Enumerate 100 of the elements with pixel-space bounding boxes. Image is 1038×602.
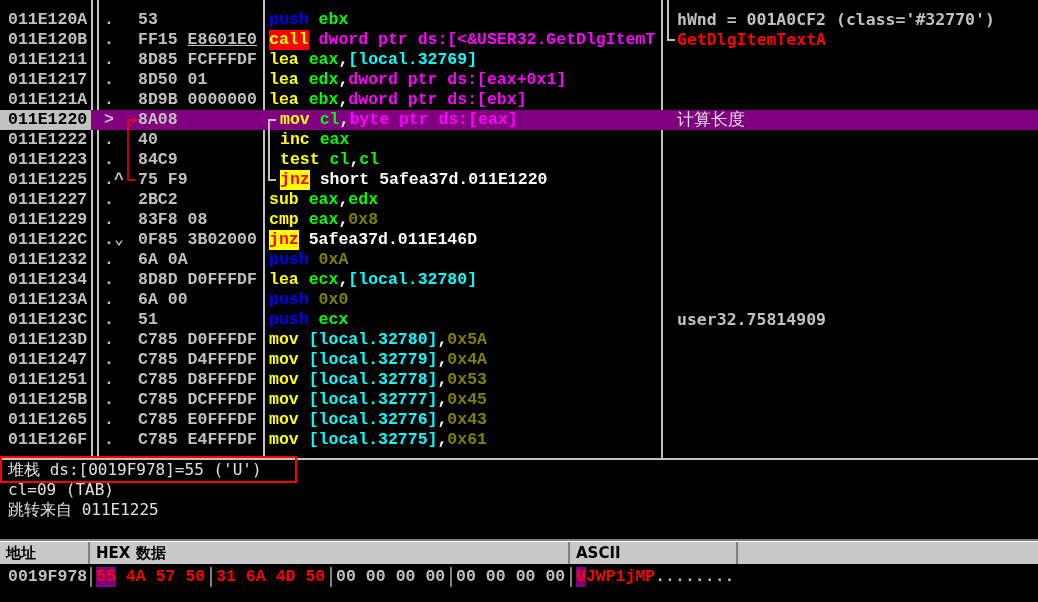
- mnemonic: lea: [269, 270, 299, 290]
- address-text[interactable]: 011E123D: [0, 330, 91, 350]
- address-text[interactable]: 011E120A: [0, 10, 91, 30]
- mnemonic: push: [269, 250, 309, 270]
- address-text[interactable]: 011E120B: [0, 30, 91, 50]
- operand: [local.32779]: [308, 350, 438, 370]
- operand: 0x45: [447, 390, 487, 410]
- operand: 0x5A: [447, 330, 487, 350]
- hex-bytes: E8601E0: [187, 30, 257, 50]
- operand: ecx: [318, 310, 349, 330]
- hex-bytes: 6A: [138, 250, 158, 270]
- hex-bytes: 51: [138, 310, 158, 330]
- mnemonic: test: [280, 150, 320, 170]
- address-text[interactable]: 011E122C: [0, 230, 91, 250]
- operand: ,: [338, 90, 349, 110]
- mnemonic: push: [269, 310, 309, 330]
- hex-bytes: C785: [138, 370, 178, 390]
- hex-byte: 4A: [125, 567, 146, 587]
- address-text[interactable]: 011E1232: [0, 250, 91, 270]
- mnemonic: lea: [269, 70, 299, 90]
- operand: 0x43: [447, 410, 487, 430]
- operand: dword ptr ds:[eax+0x1]: [348, 70, 567, 90]
- hex-bytes: C785: [138, 330, 178, 350]
- operand: ,: [437, 410, 448, 430]
- hex-bytes: FF15: [138, 30, 178, 50]
- address-text[interactable]: 011E1234: [0, 270, 91, 290]
- address-text[interactable]: 011E123A: [0, 290, 91, 310]
- operand: [local.32776]: [308, 410, 438, 430]
- ascii-text: U: [576, 567, 586, 587]
- address-text[interactable]: 011E1251: [0, 370, 91, 390]
- hex-bytes: 40: [138, 130, 158, 150]
- jump-marker: .: [104, 270, 114, 289]
- comment-text: hWnd = 001A0CF2 (class='#32770'): [677, 10, 995, 30]
- mnemonic: jnz: [280, 170, 310, 190]
- address-text[interactable]: 011E125B: [0, 390, 91, 410]
- address-text[interactable]: 011E1247: [0, 350, 91, 370]
- operand: dword ptr ds:[<&USER32.GetDlgItemT: [318, 30, 656, 50]
- mnemonic: lea: [269, 90, 299, 110]
- hex-bytes: 8A08: [138, 110, 178, 130]
- operand: edx: [348, 190, 379, 210]
- address-text[interactable]: 011E123C: [0, 310, 91, 330]
- hex-byte: 00: [515, 567, 536, 587]
- hex-bytes: 84C9: [138, 150, 178, 170]
- hex-bytes: C785: [138, 390, 178, 410]
- address-text[interactable]: 011E1229: [0, 210, 91, 230]
- address-text[interactable]: 011E1222: [0, 130, 91, 150]
- jump-marker: .^: [104, 170, 124, 189]
- operand: eax: [308, 190, 339, 210]
- hex-bytes: F9: [167, 170, 188, 190]
- operand: [local.32780]: [348, 270, 478, 290]
- hex-byte: 00: [395, 567, 416, 587]
- mnemonic: mov: [269, 350, 299, 370]
- address-text[interactable]: 011E1211: [0, 50, 91, 70]
- jump-marker: .: [104, 150, 114, 169]
- operand: ,: [339, 110, 350, 130]
- operand: ,: [437, 390, 448, 410]
- operand: ,: [338, 70, 349, 90]
- hex-bytes: 8D50: [138, 70, 178, 90]
- hex-bytes: 2BC2: [138, 190, 178, 210]
- mnemonic: mov: [269, 410, 299, 430]
- jump-marker: .: [104, 50, 114, 69]
- address-text[interactable]: 011E1220: [0, 110, 91, 130]
- mnemonic: mov: [269, 370, 299, 390]
- mnemonic: cmp: [269, 210, 299, 230]
- address-text[interactable]: 011E126F: [0, 430, 91, 450]
- operand: [local.32769]: [348, 50, 478, 70]
- jump-marker: .: [104, 130, 114, 149]
- jump-marker: .⌄: [104, 230, 124, 249]
- mnemonic: mov: [269, 430, 299, 450]
- column-header[interactable]: 地址: [0, 542, 90, 564]
- address-text[interactable]: 011E1217: [0, 70, 91, 90]
- operand: ebx: [318, 10, 349, 30]
- hex-byte: 00: [425, 567, 446, 587]
- address-text[interactable]: 011E1265: [0, 410, 91, 430]
- address-text[interactable]: 011E1227: [0, 190, 91, 210]
- hex-bytes: 08: [187, 210, 208, 230]
- operand: [local.32775]: [308, 430, 438, 450]
- hex-bytes: 01: [187, 70, 208, 90]
- jump-marker: .: [104, 410, 114, 429]
- hex-byte: 00: [336, 567, 356, 587]
- info-text: 跳转来自 011E1225: [8, 500, 160, 520]
- address-text[interactable]: 011E1225: [0, 170, 91, 190]
- operand: edx: [308, 70, 339, 90]
- operand: cl: [359, 150, 380, 170]
- hex-bytes: 0000000: [187, 90, 257, 110]
- column-header[interactable]: HEX 数据: [90, 542, 570, 564]
- operand: byte ptr ds:[eax]: [349, 110, 518, 130]
- operand: 0x0: [318, 290, 349, 310]
- operand: ecx: [308, 270, 339, 290]
- hex-byte: 55: [96, 567, 116, 587]
- hex-bytes: 75: [138, 170, 158, 190]
- hex-byte: 57: [155, 567, 176, 587]
- hex-bytes: 6A: [138, 290, 158, 310]
- operand: eax: [308, 50, 339, 70]
- operand: ,: [437, 430, 448, 450]
- address-text[interactable]: 011E121A: [0, 90, 91, 110]
- mnemonic: sub: [269, 190, 299, 210]
- address-text[interactable]: 011E1223: [0, 150, 91, 170]
- operand: [local.32778]: [308, 370, 438, 390]
- hex-bytes: FCFFFDF: [187, 50, 257, 70]
